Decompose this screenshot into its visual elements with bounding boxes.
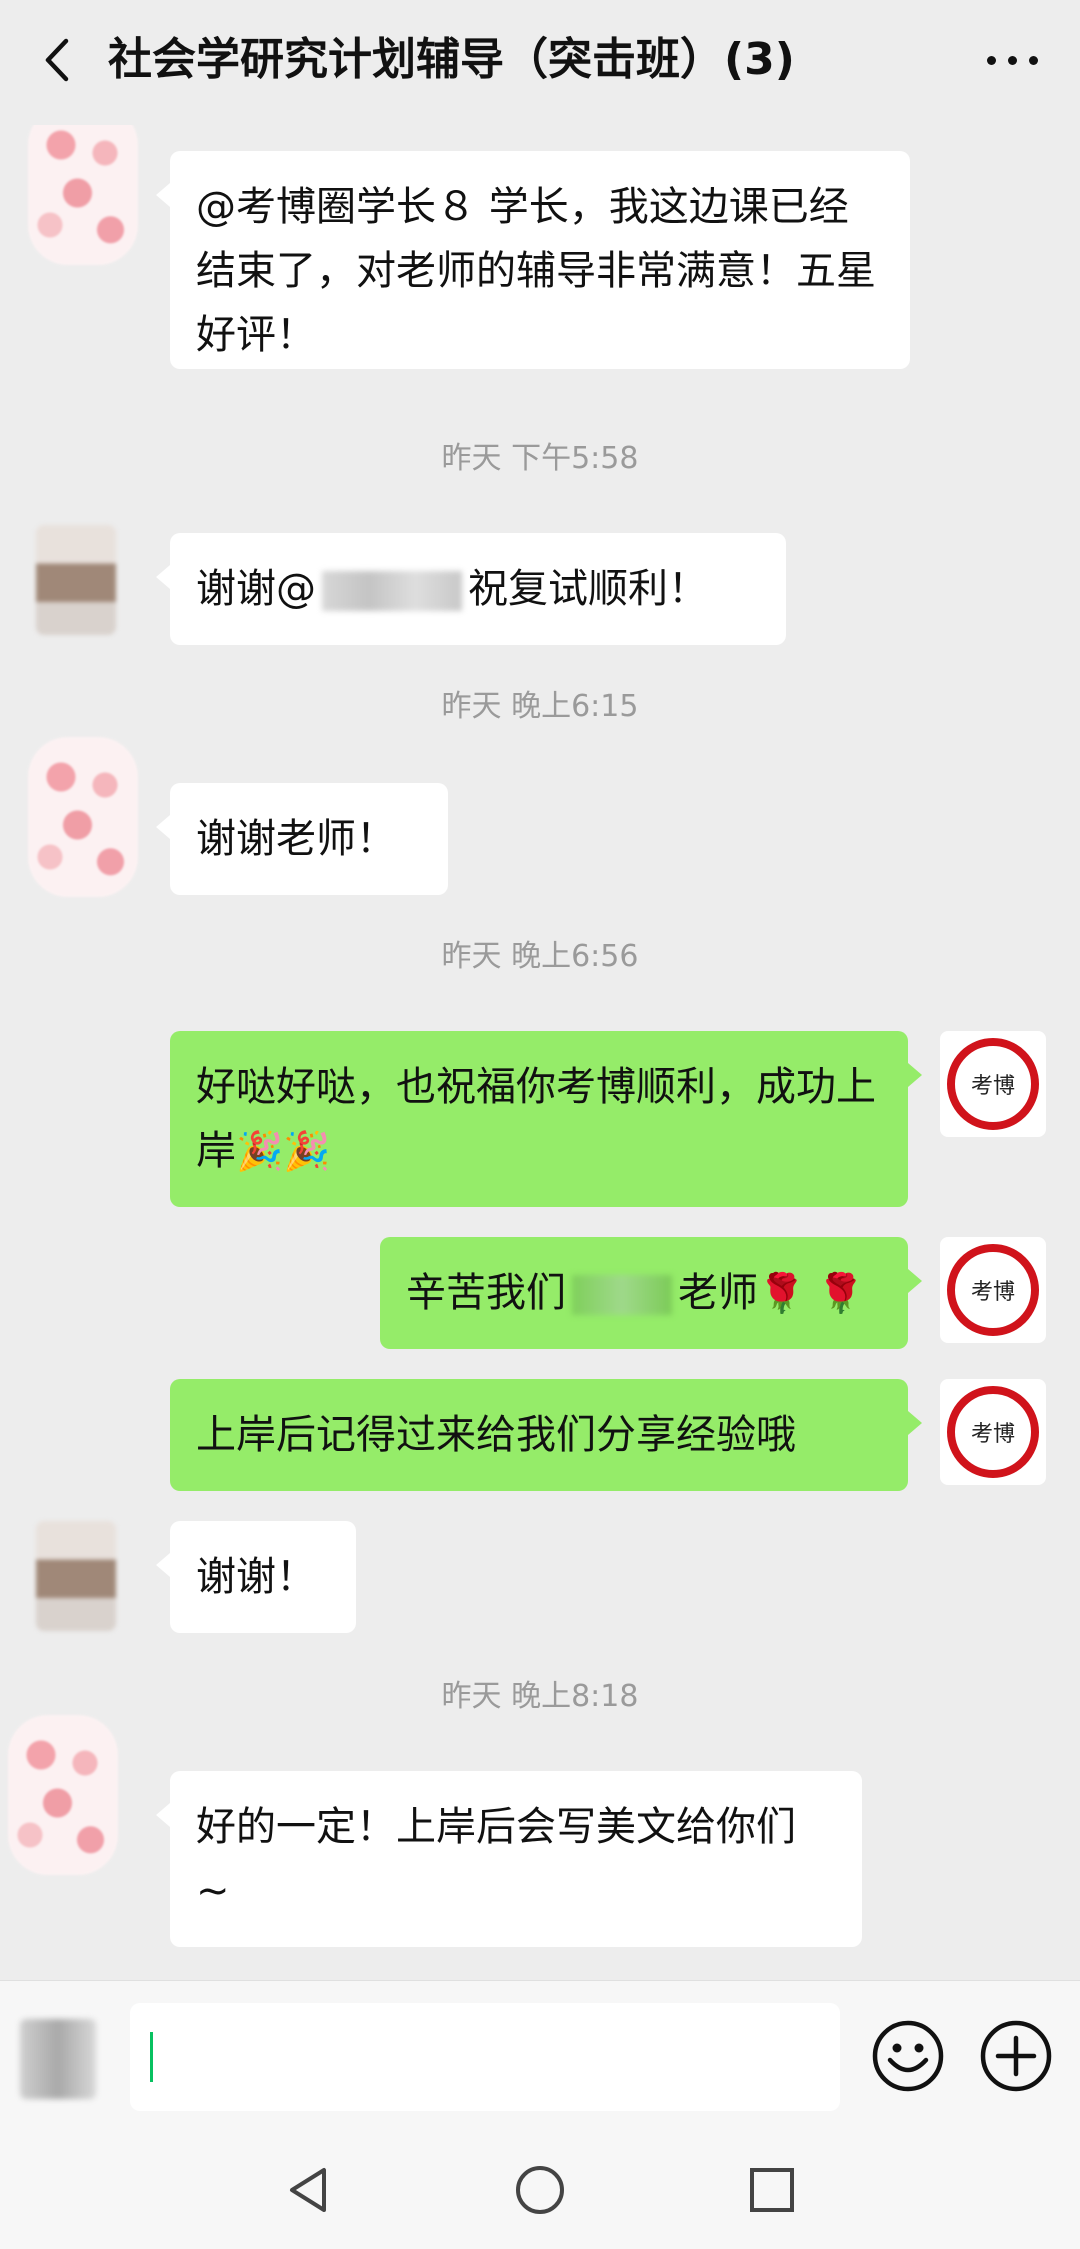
message-text: 上岸后记得过来给我们分享经验哦	[196, 1412, 796, 1458]
timestamp: 昨天 下午5:58	[441, 441, 639, 476]
timestamp: 昨天 晚上6:15	[441, 689, 639, 724]
input-bar	[0, 1980, 1080, 2131]
rose-icon: 🌹 🌹	[758, 1271, 865, 1315]
message-text-suffix: 祝复试顺利！	[468, 566, 708, 612]
timestamp: 昨天 晚上8:18	[441, 1679, 639, 1714]
chat-title: 社会学研究计划辅导（突击班）(3)	[108, 34, 795, 85]
voice-toggle-button[interactable]	[20, 2019, 96, 2099]
message-text: @考博圈学长８ 学长，我这边课已经结束了，对老师的辅导非常满意！五星好评！	[196, 184, 876, 358]
circle-home-icon[interactable]	[510, 2160, 570, 2220]
avatar[interactable]	[8, 1715, 118, 1875]
message-bubble[interactable]: 好的一定！上岸后会写美文给你们 ~	[156, 1771, 862, 1947]
plus-circle-icon[interactable]	[976, 2016, 1056, 2096]
avatar[interactable]: 考博	[940, 1237, 1046, 1343]
text-caret	[150, 2032, 153, 2082]
blurred-name	[322, 571, 462, 611]
more-dots-icon	[986, 55, 996, 65]
blurred-name	[572, 1275, 672, 1315]
avatar[interactable]: 考博	[940, 1031, 1046, 1137]
message-bubble[interactable]: 谢谢！	[156, 1521, 356, 1633]
avatar[interactable]	[28, 737, 138, 897]
message-bubble[interactable]: 谢谢老师！	[156, 783, 448, 895]
timestamp: 昨天 晚上6:56	[441, 939, 639, 974]
avatar[interactable]	[28, 125, 138, 265]
back-button[interactable]	[28, 30, 88, 90]
message-text: 谢谢！	[196, 1554, 316, 1600]
avatar[interactable]	[36, 1521, 116, 1631]
triangle-back-icon[interactable]	[280, 2160, 340, 2220]
message-text: 谢谢老师！	[196, 816, 396, 862]
kaobo-logo: 考博	[947, 1244, 1039, 1336]
chevron-left-icon	[45, 38, 69, 82]
message-text-prefix: 辛苦我们	[406, 1270, 566, 1316]
more-button[interactable]	[972, 30, 1052, 90]
message-bubble[interactable]: 辛苦我们 老师🌹 🌹	[380, 1237, 922, 1349]
message-list[interactable]: @考博圈学长８ 学长，我这边课已经结束了，对老师的辅导非常满意！五星好评！ 昨天…	[0, 125, 1080, 1980]
kaobo-logo: 考博	[947, 1038, 1039, 1130]
message-bubble[interactable]: 好哒好哒，也祝福你考博顺利，成功上岸🎉🎉	[170, 1031, 922, 1207]
message-text-prefix: 谢谢@	[196, 566, 316, 612]
message-input[interactable]	[130, 2003, 840, 2111]
system-nav-bar	[0, 2130, 1080, 2249]
smiley-icon[interactable]	[868, 2016, 948, 2096]
message-bubble[interactable]: @考博圈学长８ 学长，我这边课已经结束了，对老师的辅导非常满意！五星好评！	[156, 151, 910, 369]
message-bubble[interactable]: 谢谢@ 祝复试顺利！	[156, 533, 786, 645]
kaobo-logo: 考博	[947, 1386, 1039, 1478]
square-recent-icon[interactable]	[742, 2160, 802, 2220]
message-text-suffix: 老师	[678, 1270, 758, 1316]
chat-header: 社会学研究计划辅导（突击班）(3)	[0, 0, 1080, 125]
message-text: 好的一定！上岸后会写美文给你们 ~	[196, 1804, 796, 1914]
message-bubble[interactable]: 上岸后记得过来给我们分享经验哦	[170, 1379, 922, 1491]
avatar[interactable]	[36, 525, 116, 635]
party-popper-icon: 🎉🎉	[236, 1129, 331, 1173]
avatar[interactable]: 考博	[940, 1379, 1046, 1485]
